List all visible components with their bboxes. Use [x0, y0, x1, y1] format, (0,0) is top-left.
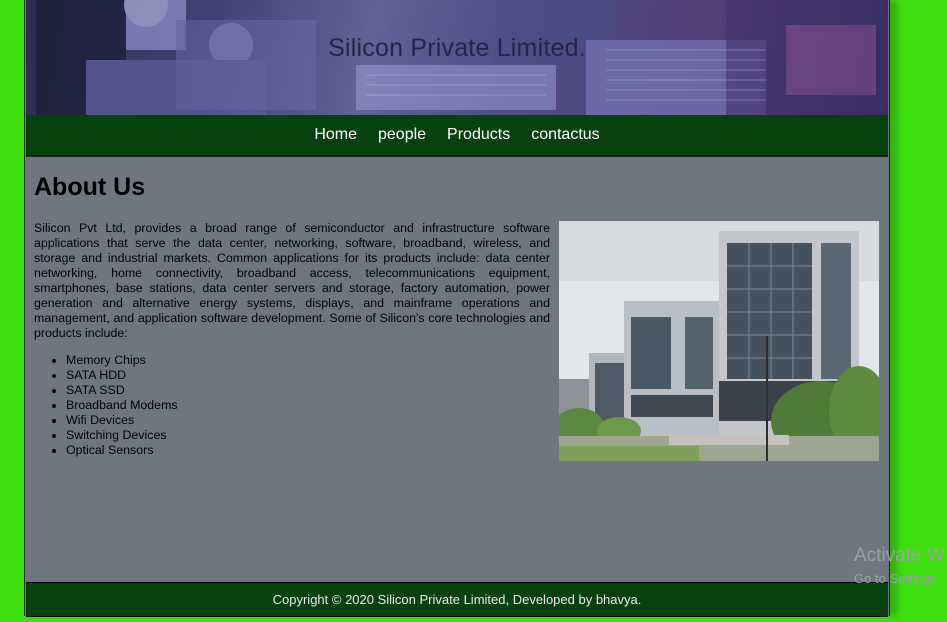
list-item: Wifi Devices [66, 413, 178, 428]
list-item: Memory Chips [66, 353, 178, 368]
list-item: Optical Sensors [66, 443, 178, 458]
site-title: Silicon Private Limited. [328, 34, 586, 62]
activate-windows-watermark: Activate W [854, 545, 945, 566]
page-footer: Copyright © 2020 Silicon Private Limited… [26, 582, 888, 617]
header-banner: Silicon Private Limited. [26, 0, 888, 115]
page-heading: About Us [34, 173, 146, 201]
list-item: SATA SSD [66, 383, 178, 398]
main-content: About Us Silicon Pvt Ltd, provides a bro… [26, 156, 888, 583]
list-item: Broadband Modems [66, 398, 178, 413]
main-nav: Home people Products contactus [26, 115, 888, 156]
activate-windows-subtext: Go to Settings [854, 571, 937, 586]
list-item: SATA HDD [66, 368, 178, 383]
list-item: Switching Devices [66, 428, 178, 443]
nav-products-link[interactable]: Products [447, 126, 510, 144]
nav-contactus-link[interactable]: contactus [531, 126, 599, 144]
about-paragraph: Silicon Pvt Ltd, provides a broad range … [34, 221, 550, 340]
products-list: Memory Chips SATA HDD SATA SSD Broadband… [34, 353, 178, 458]
nav-people-link[interactable]: people [378, 126, 426, 144]
nav-home-link[interactable]: Home [314, 126, 357, 144]
office-building-image [559, 221, 879, 461]
page-container: Silicon Private Limited. Home people Pro… [24, 0, 890, 617]
